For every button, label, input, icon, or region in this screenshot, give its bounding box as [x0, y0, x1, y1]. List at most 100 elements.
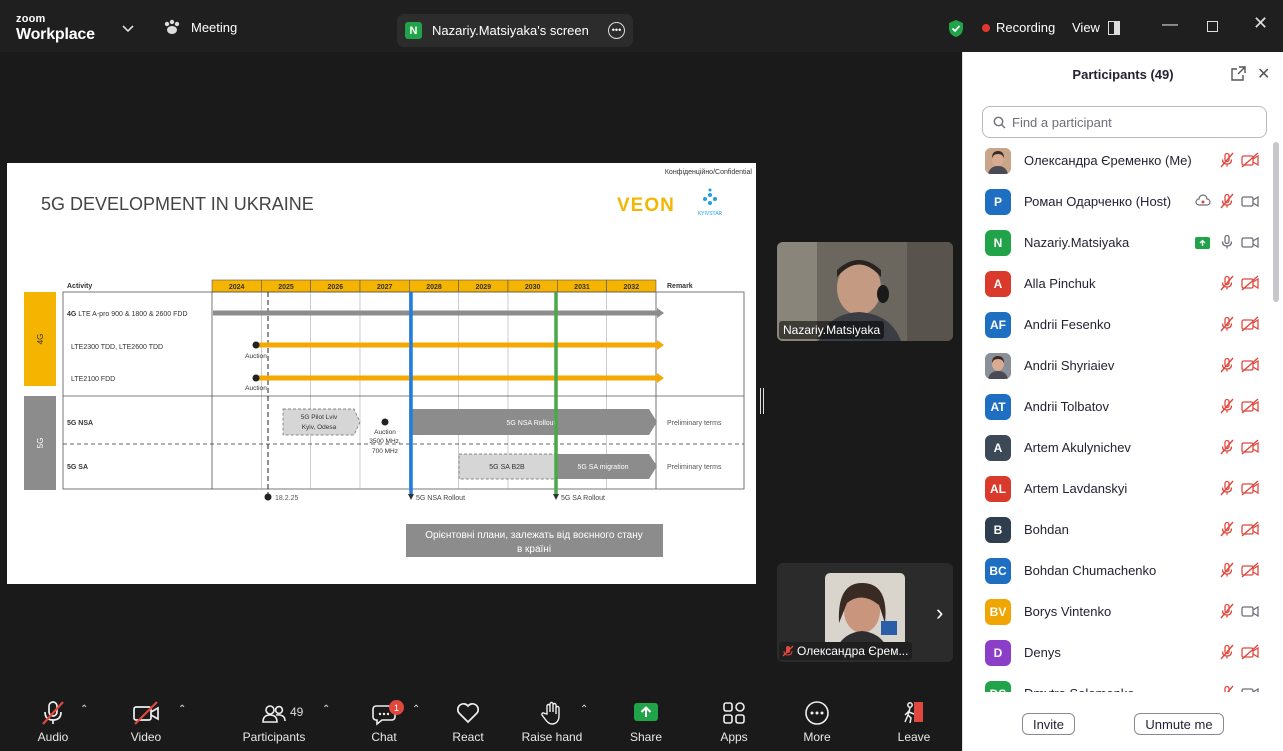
meeting-label: Meeting: [191, 19, 238, 35]
mic-muted-icon[interactable]: [1219, 398, 1235, 419]
mic-muted-icon[interactable]: [1219, 521, 1235, 542]
camera-icon[interactable]: [1241, 234, 1259, 255]
mic-muted-icon[interactable]: [1219, 316, 1235, 337]
mic-icon[interactable]: [1219, 234, 1235, 255]
mic-muted-icon[interactable]: [1219, 193, 1235, 214]
camera-off-icon[interactable]: [1241, 398, 1259, 419]
kyivstar-logo-icon: KYIVSTAR: [698, 188, 723, 217]
mic-muted-icon[interactable]: [1219, 644, 1235, 665]
popout-icon[interactable]: [1231, 66, 1246, 86]
participant-row[interactable]: N Nazariy.Matsiyaka: [963, 222, 1273, 263]
participants-label: Participants: [242, 730, 306, 744]
close-window-icon[interactable]: ✕: [1253, 14, 1268, 32]
participant-name: Олександра Єременко (Me): [1024, 153, 1192, 168]
camera-off-icon[interactable]: [1241, 439, 1259, 460]
veon-logo: VEON: [617, 195, 675, 216]
participant-row[interactable]: AT Andrii Tolbatov: [963, 386, 1273, 427]
remark-header: Remark: [667, 283, 693, 290]
minimize-icon[interactable]: —: [1162, 17, 1178, 33]
camera-off-icon[interactable]: [1241, 357, 1259, 378]
search-input[interactable]: [1012, 114, 1252, 130]
close-panel-icon[interactable]: ✕: [1257, 64, 1270, 84]
camera-off-icon[interactable]: [1241, 562, 1259, 583]
mic-muted-icon: [42, 701, 64, 725]
camera-icon[interactable]: [1241, 685, 1259, 692]
participant-row[interactable]: BC Bohdan Chumachenko: [963, 550, 1273, 591]
camera-off-icon[interactable]: [1241, 521, 1259, 542]
chevron-down-icon[interactable]: [122, 20, 134, 38]
more-options-icon[interactable]: •••: [608, 22, 625, 39]
mic-muted-icon[interactable]: [1219, 439, 1235, 460]
mic-muted-icon[interactable]: [1219, 275, 1235, 296]
raise-hand-label: Raise hand: [521, 730, 583, 744]
speaker-video-tile[interactable]: Nazariy.Matsiyaka: [777, 242, 953, 341]
participant-avatar: [985, 352, 1011, 379]
participant-row[interactable]: Олександра Єременко (Me): [963, 140, 1273, 181]
more-button[interactable]: More: [795, 692, 839, 751]
participant-row[interactable]: BV Borys Vintenko: [963, 591, 1273, 632]
participants-options-caret-icon[interactable]: ⌃: [322, 704, 330, 715]
screen-share-title[interactable]: N Nazariy.Matsiyaka's screen •••: [397, 14, 633, 47]
participants-button[interactable]: Participants: [242, 692, 306, 751]
participant-row[interactable]: D Denys: [963, 632, 1273, 673]
mic-muted-icon[interactable]: [1219, 480, 1235, 501]
unmute-me-button[interactable]: Unmute me: [1134, 713, 1224, 735]
participant-avatar: AL: [985, 475, 1011, 502]
maximize-icon[interactable]: [1207, 21, 1218, 32]
leave-button[interactable]: Leave: [892, 692, 936, 751]
participant-list-scrollbar[interactable]: [1273, 142, 1279, 302]
recording-indicator[interactable]: Recording: [982, 20, 1055, 35]
shield-icon[interactable]: [947, 19, 965, 43]
react-button[interactable]: React: [446, 692, 490, 751]
invite-button[interactable]: Invite: [1022, 713, 1075, 735]
mic-muted-icon[interactable]: [1219, 603, 1235, 624]
audio-button[interactable]: Audio: [30, 692, 76, 751]
video-options-caret-icon[interactable]: ⌃: [178, 704, 186, 715]
participant-row[interactable]: AL Artem Lavdanskyi: [963, 468, 1273, 509]
pilot-label-2: Kyiv, Odesa: [302, 424, 337, 431]
raise-hand-button[interactable]: Raise hand: [522, 692, 582, 751]
participant-search[interactable]: [982, 106, 1267, 138]
mic-muted-icon[interactable]: [1219, 562, 1235, 583]
camera-off-icon[interactable]: [1241, 152, 1259, 173]
participant-avatar: AF: [985, 311, 1011, 338]
more-icon: [805, 701, 829, 725]
pilot-label-1: 5G Pilot Lviv: [301, 414, 338, 421]
mic-muted-icon[interactable]: [1219, 357, 1235, 378]
mic-muted-icon[interactable]: [1219, 152, 1235, 173]
next-page-arrow-icon[interactable]: ›: [936, 600, 943, 626]
share-button[interactable]: Share: [624, 692, 668, 751]
panel-resize-handle[interactable]: [760, 388, 764, 414]
camera-off-icon[interactable]: [1241, 275, 1259, 296]
chat-label: Chat: [371, 730, 397, 744]
camera-icon[interactable]: [1241, 603, 1259, 624]
camera-off-icon[interactable]: [1241, 644, 1259, 665]
camera-off-icon[interactable]: [1241, 480, 1259, 501]
year-label: 2026: [328, 284, 344, 291]
chat-options-caret-icon[interactable]: ⌃: [412, 704, 420, 715]
participant-row[interactable]: B Bohdan: [963, 509, 1273, 550]
view-button[interactable]: View: [1072, 20, 1120, 35]
mic-muted-icon: [782, 645, 794, 657]
reactions-options-caret-icon[interactable]: ⌃: [580, 704, 588, 715]
participant-name: Bohdan Chumachenko: [1024, 563, 1157, 578]
participant-avatar: N: [985, 229, 1011, 256]
mic-muted-icon[interactable]: [1219, 685, 1235, 692]
participant-row[interactable]: DS Dmytro Solomonko: [963, 673, 1273, 692]
participant-row[interactable]: A Artem Akulynichev: [963, 427, 1273, 468]
participant-avatar: P: [985, 188, 1011, 215]
camera-off-icon[interactable]: [1241, 316, 1259, 337]
audio-label: Audio: [37, 730, 69, 744]
auction-5g-2: 3500 MHz,: [369, 438, 401, 445]
react-label: React: [452, 730, 484, 744]
participant-row[interactable]: AF Andrii Fesenko: [963, 304, 1273, 345]
camera-icon[interactable]: [1241, 193, 1259, 214]
participant-row[interactable]: A Alla Pinchuk: [963, 263, 1273, 304]
participant-row[interactable]: Andrii Shyriaiev: [963, 345, 1273, 386]
video-button[interactable]: Video: [124, 692, 168, 751]
meeting-info-button[interactable]: Meeting: [163, 19, 237, 35]
apps-button[interactable]: Apps: [712, 692, 756, 751]
participant-row[interactable]: P Роман Одарченко (Host): [963, 181, 1273, 222]
self-video-tile[interactable]: Олександра Єрем...: [777, 563, 953, 662]
audio-options-caret-icon[interactable]: ⌃: [80, 704, 88, 715]
